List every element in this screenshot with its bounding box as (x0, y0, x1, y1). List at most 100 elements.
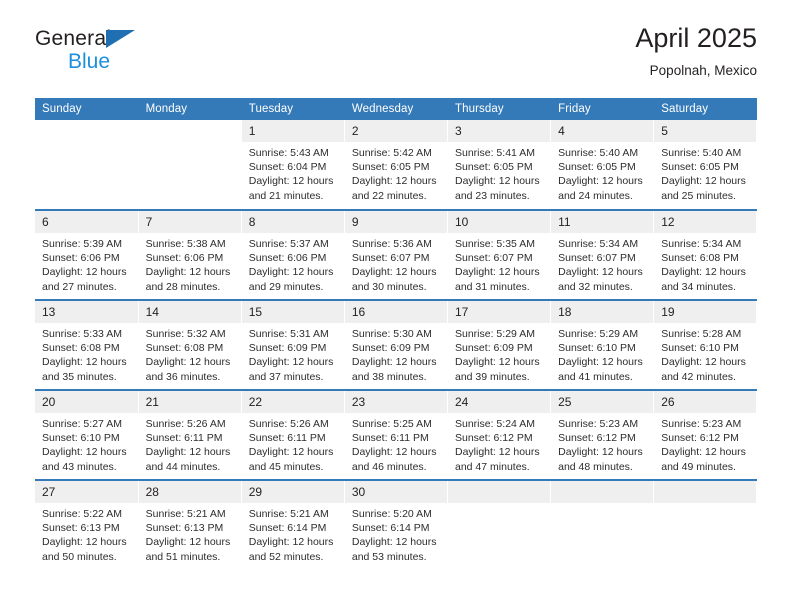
weekday-header-monday: Monday (138, 98, 242, 120)
sunset-text: Sunset: 6:13 PM (145, 522, 224, 535)
day-number: 3 (448, 120, 551, 142)
day-number: 15 (241, 301, 344, 323)
day-sun-info: Sunrise: 5:29 AM Sunset: 6:10 PM Daylight:… (551, 323, 653, 384)
daylight-text-line2: and 35 minutes. (42, 370, 117, 383)
calendar-day-cell[interactable]: 23 Sunrise: 5:25 AM Sunset: 6:11 PM Dayligh… (344, 390, 449, 481)
day-sun-info: Sunrise: 5:43 AM Sunset: 6:04 PM Daylight:… (242, 142, 344, 203)
daylight-text-line1: Daylight: 12 hours (351, 356, 437, 369)
day-sun-info: Sunrise: 5:32 AM Sunset: 6:08 PM Daylight:… (139, 323, 241, 384)
day-cell-inner: 28 Sunrise: 5:21 AM Sunset: 6:13 PM Dayligh… (138, 481, 241, 570)
sunset-text: Sunset: 6:11 PM (248, 432, 326, 445)
sunrise-text: Sunrise: 5:39 AM (42, 238, 122, 250)
generalblue-logo[interactable]: General Blue (35, 28, 165, 78)
calendar-day-cell[interactable]: 20 Sunrise: 5:27 AM Sunset: 6:10 PM Dayligh… (35, 390, 139, 481)
day-cell-inner: 9 Sunrise: 5:36 AM Sunset: 6:07 PM Daylight… (344, 211, 447, 299)
calendar-day-cell[interactable]: 14 Sunrise: 5:32 AM Sunset: 6:08 PM Dayligh… (138, 300, 242, 391)
day-cell-inner: 21 Sunrise: 5:26 AM Sunset: 6:11 PM Dayligh… (138, 391, 241, 479)
day-sun-info: Sunrise: 5:24 AM Sunset: 6:12 PM Daylight:… (448, 413, 550, 474)
calendar-day-cell[interactable]: 9 Sunrise: 5:36 AM Sunset: 6:07 PM Daylight… (344, 210, 449, 301)
day-sun-info: Sunrise: 5:25 AM Sunset: 6:11 PM Daylight:… (345, 413, 447, 474)
daylight-text-line1: Daylight: 12 hours (558, 446, 643, 459)
day-cell-inner: 22 Sunrise: 5:26 AM Sunset: 6:11 PM Dayligh… (241, 391, 344, 479)
calendar-day-cell[interactable]: 24 Sunrise: 5:24 AM Sunset: 6:12 PM Dayligh… (447, 390, 552, 481)
calendar-day-cell[interactable]: 28 Sunrise: 5:21 AM Sunset: 6:13 PM Dayligh… (138, 480, 242, 570)
day-cell-inner: 16 Sunrise: 5:30 AM Sunset: 6:09 PM Dayligh… (344, 301, 447, 389)
daylight-text-line2: and 36 minutes. (145, 370, 221, 383)
daylight-text-line1: Daylight: 12 hours (248, 536, 334, 549)
calendar-day-cell[interactable]: 17 Sunrise: 5:29 AM Sunset: 6:09 PM Dayligh… (447, 300, 552, 391)
calendar-page: General Blue April 2025 Popolnah, Mexico… (0, 0, 792, 612)
logo-text-general-row: General (35, 28, 165, 50)
sunset-text: Sunset: 6:05 PM (455, 161, 533, 174)
day-cell-inner: 25 Sunrise: 5:23 AM Sunset: 6:12 PM Dayligh… (551, 391, 654, 479)
day-cell-inner: 27 Sunrise: 5:22 AM Sunset: 6:13 PM Dayligh… (35, 481, 138, 570)
calendar-day-cell[interactable]: 22 Sunrise: 5:26 AM Sunset: 6:11 PM Dayligh… (241, 390, 345, 481)
daylight-text-line1: Daylight: 12 hours (661, 175, 746, 188)
day-sun-info: Sunrise: 5:21 AM Sunset: 6:13 PM Daylight:… (139, 503, 241, 564)
calendar-day-cell[interactable]: 25 Sunrise: 5:23 AM Sunset: 6:12 PM Dayligh… (550, 390, 655, 481)
day-cell-inner: 4 Sunrise: 5:40 AM Sunset: 6:05 PM Daylight… (551, 120, 654, 209)
day-number: 1 (241, 120, 344, 142)
day-cell-inner: 30 Sunrise: 5:20 AM Sunset: 6:14 PM Dayligh… (344, 481, 447, 570)
day-number: 24 (448, 391, 551, 413)
day-number: 13 (35, 301, 138, 323)
calendar-day-cell[interactable]: 12 Sunrise: 5:34 AM Sunset: 6:08 PM Dayligh… (653, 210, 758, 301)
day-cell-inner (448, 481, 551, 570)
sunrise-text: Sunrise: 5:37 AM (248, 238, 329, 250)
calendar-day-cell[interactable]: 1 Sunrise: 5:43 AM Sunset: 6:04 PM Daylight… (241, 120, 345, 211)
daylight-text-line1: Daylight: 12 hours (455, 266, 540, 279)
weekday-header-sunday: Sunday (35, 98, 139, 120)
day-cell-inner (654, 481, 757, 570)
calendar-day-cell[interactable]: 6 Sunrise: 5:39 AM Sunset: 6:06 PM Daylight… (35, 210, 139, 301)
day-number: 8 (241, 211, 344, 233)
calendar-day-cell[interactable]: 29 Sunrise: 5:21 AM Sunset: 6:14 PM Dayligh… (241, 480, 345, 570)
day-sun-info: Sunrise: 5:38 AM Sunset: 6:06 PM Daylight:… (139, 233, 241, 294)
calendar-week-row: 13 Sunrise: 5:33 AM Sunset: 6:08 PM Dayligh… (35, 300, 758, 391)
calendar-day-cell[interactable]: 18 Sunrise: 5:29 AM Sunset: 6:10 PM Dayligh… (550, 300, 655, 391)
daylight-text-line1: Daylight: 12 hours (145, 536, 231, 549)
daylight-text-line2: and 32 minutes. (558, 280, 633, 293)
daylight-text-line2: and 42 minutes. (661, 370, 736, 383)
day-cell-inner: 2 Sunrise: 5:42 AM Sunset: 6:05 PM Daylight… (344, 120, 447, 209)
calendar-day-cell[interactable]: 2 Sunrise: 5:42 AM Sunset: 6:05 PM Daylight… (344, 120, 449, 211)
logo-text-blue-row: Blue (68, 51, 165, 74)
weekday-header-friday: Friday (550, 98, 655, 120)
day-number: 18 (551, 301, 654, 323)
calendar-day-cell[interactable]: 16 Sunrise: 5:30 AM Sunset: 6:09 PM Dayligh… (344, 300, 449, 391)
calendar-day-cell[interactable]: 4 Sunrise: 5:40 AM Sunset: 6:05 PM Daylight… (550, 120, 655, 211)
day-number: 23 (344, 391, 447, 413)
calendar-day-cell[interactable]: 30 Sunrise: 5:20 AM Sunset: 6:14 PM Dayligh… (344, 480, 449, 570)
calendar-day-cell[interactable]: 15 Sunrise: 5:31 AM Sunset: 6:09 PM Dayligh… (241, 300, 345, 391)
day-number: 27 (35, 481, 138, 503)
sunset-text: Sunset: 6:12 PM (558, 432, 636, 445)
sunset-text: Sunset: 6:07 PM (351, 252, 430, 265)
sunrise-text: Sunrise: 5:26 AM (248, 418, 329, 430)
calendar-day-cell[interactable]: 13 Sunrise: 5:33 AM Sunset: 6:08 PM Dayligh… (35, 300, 139, 391)
calendar-day-cell[interactable]: 8 Sunrise: 5:37 AM Sunset: 6:06 PM Daylight… (241, 210, 345, 301)
daylight-text-line1: Daylight: 12 hours (42, 266, 127, 279)
sunset-text: Sunset: 6:07 PM (558, 252, 636, 265)
daylight-text-line2: and 24 minutes. (558, 189, 633, 202)
calendar-day-cell[interactable]: 7 Sunrise: 5:38 AM Sunset: 6:06 PM Daylight… (138, 210, 242, 301)
calendar-day-cell[interactable]: 10 Sunrise: 5:35 AM Sunset: 6:07 PM Dayligh… (447, 210, 552, 301)
sunset-text: Sunset: 6:07 PM (455, 252, 533, 265)
calendar-day-cell[interactable]: 3 Sunrise: 5:41 AM Sunset: 6:05 PM Daylight… (447, 120, 552, 211)
calendar-day-cell[interactable]: 19 Sunrise: 5:28 AM Sunset: 6:10 PM Dayligh… (653, 300, 758, 391)
daylight-text-line1: Daylight: 12 hours (351, 446, 437, 459)
sunrise-text: Sunrise: 5:22 AM (42, 508, 122, 520)
day-cell-inner: 7 Sunrise: 5:38 AM Sunset: 6:06 PM Daylight… (138, 211, 241, 299)
day-sun-info: Sunrise: 5:21 AM Sunset: 6:14 PM Daylight:… (242, 503, 344, 564)
calendar-day-cell[interactable]: 27 Sunrise: 5:22 AM Sunset: 6:13 PM Dayligh… (35, 480, 139, 570)
sunrise-text: Sunrise: 5:40 AM (661, 147, 742, 159)
calendar-day-cell[interactable]: 21 Sunrise: 5:26 AM Sunset: 6:11 PM Dayligh… (138, 390, 242, 481)
calendar-day-cell[interactable]: 26 Sunrise: 5:23 AM Sunset: 6:12 PM Dayligh… (653, 390, 758, 481)
calendar-day-cell[interactable]: 5 Sunrise: 5:40 AM Sunset: 6:05 PM Daylight… (653, 120, 758, 211)
day-number (654, 481, 757, 503)
calendar-day-cell[interactable]: 11 Sunrise: 5:34 AM Sunset: 6:07 PM Dayligh… (550, 210, 655, 301)
day-cell-inner: 10 Sunrise: 5:35 AM Sunset: 6:07 PM Dayligh… (448, 211, 551, 299)
sunset-text: Sunset: 6:05 PM (558, 161, 636, 174)
day-cell-inner: 18 Sunrise: 5:29 AM Sunset: 6:10 PM Dayligh… (551, 301, 654, 389)
daylight-text-line2: and 27 minutes. (42, 280, 117, 293)
sunset-text: Sunset: 6:10 PM (558, 342, 636, 355)
sunset-text: Sunset: 6:09 PM (455, 342, 533, 355)
